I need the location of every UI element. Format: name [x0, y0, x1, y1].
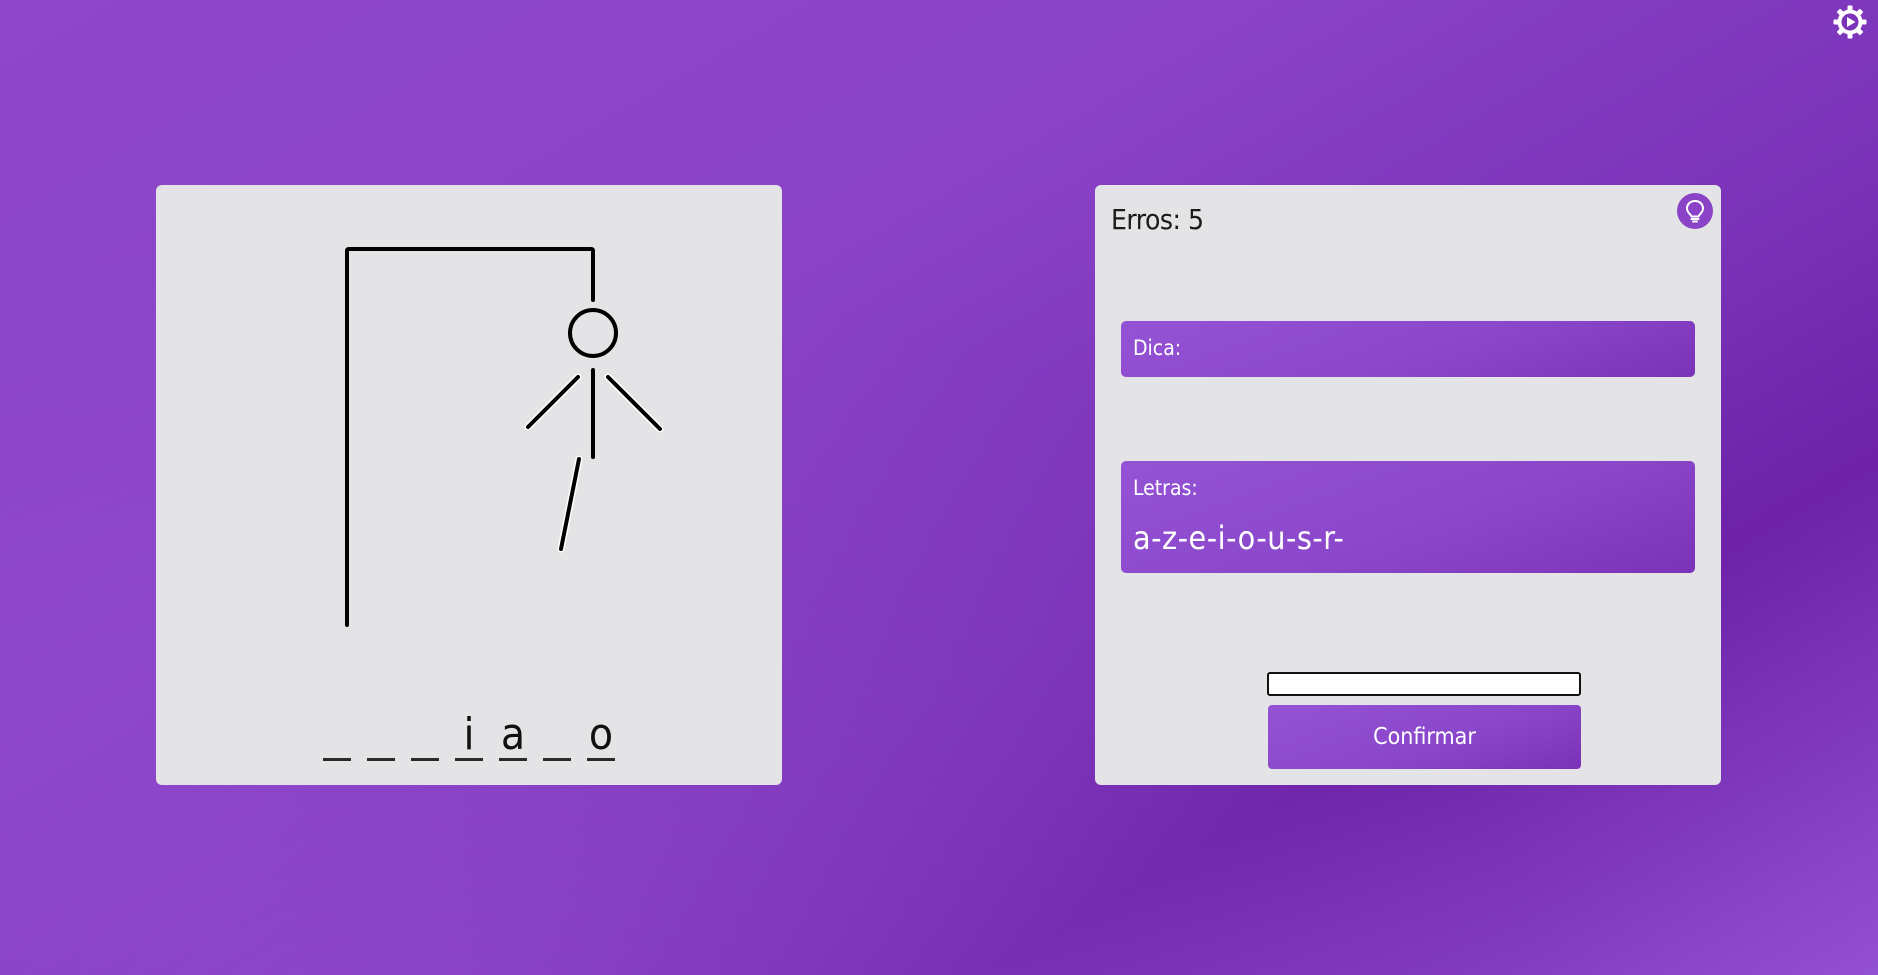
- hint-panel: Dica:: [1121, 321, 1695, 377]
- game-board: i a o: [156, 185, 782, 785]
- guess-input[interactable]: [1267, 672, 1581, 696]
- letter-slot: o: [587, 709, 615, 761]
- hint-label: Dica:: [1133, 336, 1182, 360]
- word-slots: i a o: [156, 713, 782, 761]
- settings-icon[interactable]: [1832, 4, 1868, 40]
- hangman-left-arm: [524, 373, 582, 431]
- hint-button[interactable]: [1677, 193, 1713, 229]
- letters-label: Letras:: [1133, 476, 1198, 500]
- letter-slot: a: [499, 709, 527, 761]
- used-letters: a-z-e-i-o-u-s-r-: [1133, 519, 1345, 557]
- letters-panel: Letras: a-z-e-i-o-u-s-r-: [1121, 461, 1695, 573]
- letter-slot: [411, 713, 439, 761]
- letter-slot: [323, 713, 351, 761]
- lightbulb-icon: [1686, 200, 1704, 223]
- letter-slot: [367, 713, 395, 761]
- letter-slot: i: [455, 713, 483, 761]
- hangman-drawing: [345, 247, 664, 627]
- hangman-left-leg: [557, 455, 583, 553]
- hangman-right-arm: [604, 373, 664, 433]
- confirm-button[interactable]: Confirmar: [1268, 705, 1581, 769]
- hangman-head: [568, 308, 618, 358]
- errors-counter: Erros: 5: [1111, 203, 1204, 236]
- info-panel: Erros: 5 Dica: Letras: a-z-e-i-o-u-s-r- …: [1095, 185, 1721, 785]
- gear-play-icon: [1833, 5, 1867, 39]
- letter-slot: [543, 713, 571, 761]
- gallows-frame: [345, 247, 595, 627]
